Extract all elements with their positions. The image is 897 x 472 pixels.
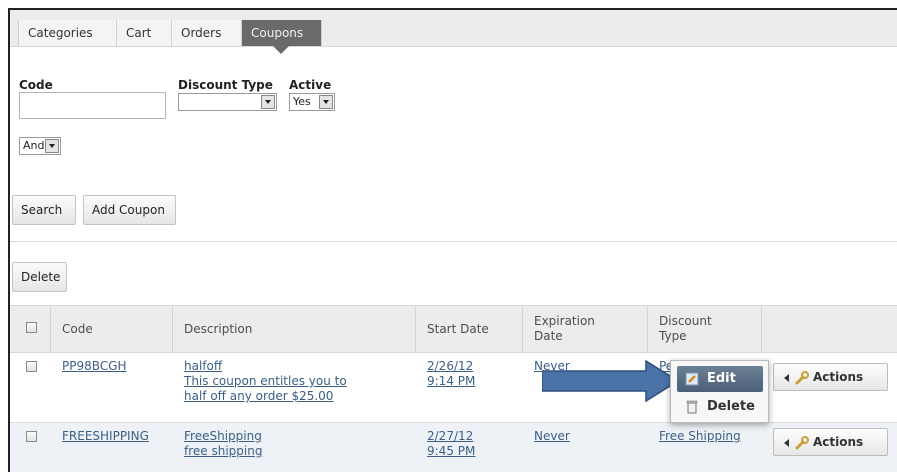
coupon-code-link[interactable]: PP98BCGH bbox=[62, 359, 126, 374]
caret-left-icon bbox=[784, 373, 789, 382]
wrench-icon bbox=[795, 370, 809, 384]
menu-item-delete[interactable]: Delete bbox=[677, 394, 763, 420]
coupon-name-link[interactable]: halfoff bbox=[184, 359, 222, 374]
edit-icon bbox=[685, 372, 699, 386]
menu-item-edit-label: Edit bbox=[707, 371, 736, 386]
code-input[interactable] bbox=[19, 92, 166, 119]
menu-item-delete-label: Delete bbox=[707, 399, 755, 414]
row-checkbox[interactable] bbox=[26, 431, 37, 442]
section-divider bbox=[10, 241, 897, 242]
actions-label: Actions bbox=[813, 370, 864, 384]
tab-orders[interactable]: Orders bbox=[172, 20, 242, 46]
table-row: FREESHIPPING FreeShipping free shipping … bbox=[10, 423, 897, 472]
header-description[interactable]: Description bbox=[184, 322, 252, 336]
coupon-description-link[interactable]: free shipping bbox=[184, 444, 262, 459]
chevron-down-icon bbox=[261, 95, 275, 109]
header-expiration-date[interactable]: Expiration Date bbox=[534, 314, 624, 344]
start-date-link[interactable]: 2/26/12 bbox=[427, 359, 473, 374]
actions-button[interactable]: Actions bbox=[773, 363, 888, 391]
chevron-down-icon bbox=[319, 95, 333, 109]
tab-cart[interactable]: Cart bbox=[117, 20, 172, 46]
active-label: Active bbox=[289, 78, 332, 92]
column-divider bbox=[50, 306, 51, 352]
column-divider bbox=[761, 306, 762, 352]
start-time-link[interactable]: 9:45 PM bbox=[427, 444, 475, 459]
expiration-link[interactable]: Never bbox=[534, 429, 570, 444]
active-select-value: Yes bbox=[293, 95, 311, 108]
table-header: Code Description Start Date Expiration D… bbox=[10, 305, 897, 353]
trash-icon bbox=[686, 400, 698, 414]
add-coupon-button[interactable]: Add Coupon bbox=[83, 195, 176, 225]
actions-context-menu: Edit Delete bbox=[670, 360, 769, 423]
active-select[interactable]: Yes bbox=[289, 93, 335, 111]
select-all-checkbox[interactable] bbox=[26, 322, 37, 333]
wrench-icon bbox=[795, 435, 809, 449]
actions-button[interactable]: Actions bbox=[773, 428, 888, 456]
annotation-arrow bbox=[542, 359, 680, 403]
coupon-name-link[interactable]: FreeShipping bbox=[184, 429, 262, 444]
header-discount-type[interactable]: Discount Type bbox=[659, 314, 739, 344]
row-checkbox[interactable] bbox=[26, 361, 37, 372]
search-button[interactable]: Search bbox=[12, 195, 76, 225]
coupon-code-link[interactable]: FREESHIPPING bbox=[62, 429, 149, 444]
coupon-description-link[interactable]: This coupon entitles you to half off any… bbox=[184, 374, 364, 404]
logic-operator-select[interactable]: And bbox=[19, 137, 61, 155]
delete-button[interactable]: Delete bbox=[12, 262, 67, 292]
code-label: Code bbox=[19, 78, 53, 92]
logic-operator-value: And bbox=[23, 139, 45, 152]
discount-type-link[interactable]: Free Shipping bbox=[659, 429, 741, 444]
caret-left-icon bbox=[784, 438, 789, 447]
start-date-link[interactable]: 2/27/12 bbox=[427, 429, 473, 444]
menu-item-edit[interactable]: Edit bbox=[677, 366, 763, 392]
discount-type-label: Discount Type bbox=[178, 78, 273, 92]
header-start-date[interactable]: Start Date bbox=[427, 322, 489, 336]
header-code[interactable]: Code bbox=[62, 322, 93, 336]
column-divider bbox=[172, 306, 173, 352]
tab-bar: Categories Cart Orders Coupons bbox=[10, 10, 897, 54]
actions-label: Actions bbox=[813, 435, 864, 449]
active-tab-pointer bbox=[273, 46, 289, 54]
column-divider bbox=[522, 306, 523, 352]
column-divider bbox=[647, 306, 648, 352]
tab-categories[interactable]: Categories bbox=[18, 20, 117, 46]
chevron-down-icon bbox=[45, 139, 59, 153]
discount-type-select[interactable] bbox=[178, 93, 277, 111]
start-time-link[interactable]: 9:14 PM bbox=[427, 374, 475, 389]
column-divider bbox=[415, 306, 416, 352]
tab-coupons[interactable]: Coupons bbox=[242, 20, 322, 46]
